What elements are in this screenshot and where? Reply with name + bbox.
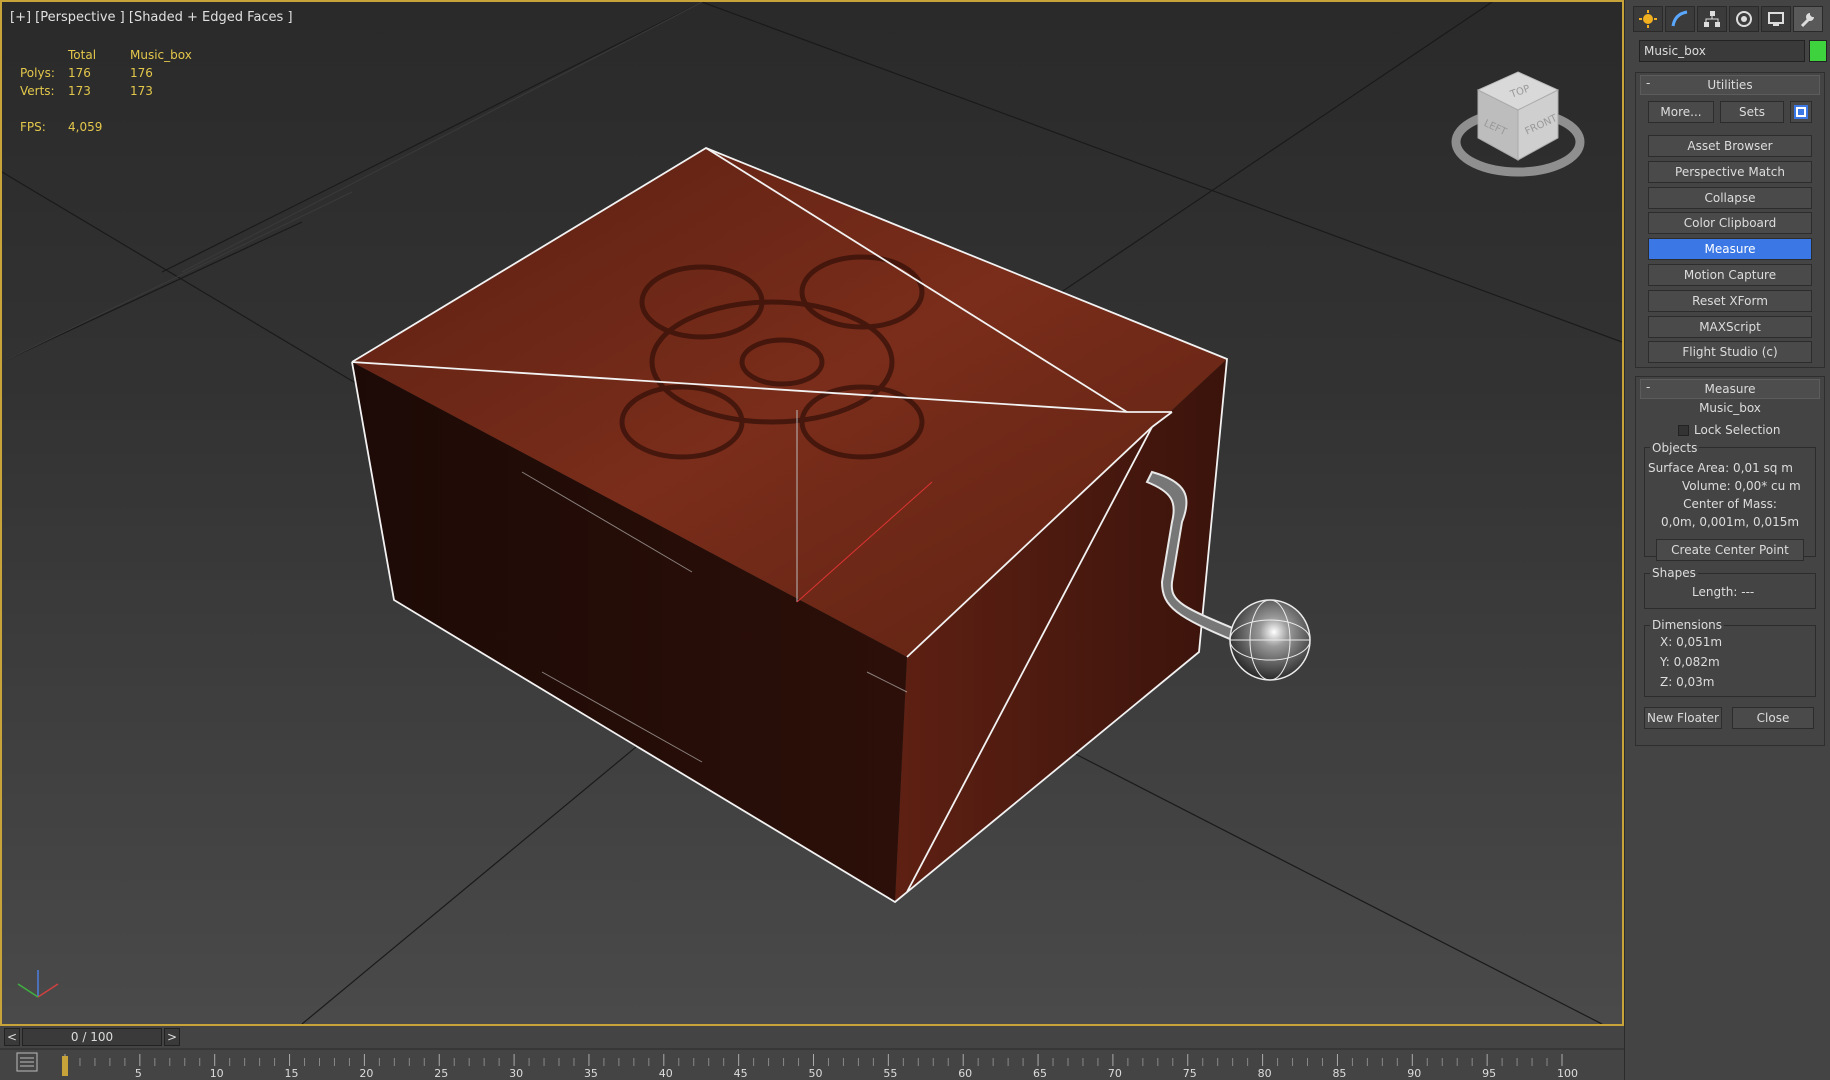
modify-icon [1671, 10, 1688, 27]
sets-button[interactable]: Sets [1720, 101, 1784, 123]
stats-verts-total: 173 [68, 84, 91, 98]
lock-selection-checkbox[interactable] [1678, 425, 1689, 436]
frame-tick-label: 100 [1557, 1067, 1578, 1080]
frame-tick-label: 90 [1407, 1067, 1421, 1080]
viewcube-navigator[interactable]: TOP LEFT FRONT [1446, 64, 1586, 194]
dimension-x-value: X: 0,051m [1660, 635, 1723, 649]
command-panel-tabs [1633, 6, 1823, 32]
previous-frame-button[interactable]: < [4, 1028, 20, 1046]
frame-tick-label: 20 [359, 1067, 373, 1080]
frame-tick-label: 30 [509, 1067, 523, 1080]
volume-value: Volume: 0,00* cu m [1682, 479, 1801, 493]
time-slider[interactable]: < 0 / 100 > [4, 1028, 180, 1046]
lock-selection-label: Lock Selection [1694, 423, 1781, 437]
utilities-rollout: - Utilities More... Sets Asset Browser Pe… [1635, 72, 1825, 368]
frame-tick-label: 55 [883, 1067, 897, 1080]
utilities-rollout-header[interactable]: - Utilities [1640, 75, 1820, 95]
command-panel: Music_box - Utilities More... Sets Asset… [1624, 0, 1830, 1080]
frame-tick-label: 65 [1033, 1067, 1047, 1080]
create-tab[interactable] [1633, 6, 1663, 32]
next-frame-button[interactable]: > [164, 1028, 180, 1046]
frame-tick-label: 35 [584, 1067, 598, 1080]
viewport-label[interactable]: [+] [Perspective ] [Shaded + Edged Faces… [10, 10, 293, 25]
measure-rollout-title: Measure [1704, 382, 1756, 396]
utility-motion-capture-button[interactable]: Motion Capture [1648, 264, 1812, 286]
frame-ruler[interactable]: 5 10 15 20 25 30 35 40 45 50 55 60 65 70 75 80 85 90 95 100 [0, 1048, 1624, 1080]
frame-tick-label: 50 [809, 1067, 823, 1080]
motion-tab[interactable] [1729, 6, 1759, 32]
music-box-model [351, 146, 1311, 904]
motion-icon [1736, 11, 1752, 27]
frame-tick-label: 70 [1108, 1067, 1122, 1080]
configure-sets-button[interactable] [1790, 101, 1812, 123]
frame-tick-label: 40 [659, 1067, 673, 1080]
stats-verts-object: 173 [130, 84, 153, 98]
dimension-y-value: Y: 0,082m [1660, 655, 1720, 669]
frame-tick-label: 10 [210, 1067, 224, 1080]
hierarchy-tab[interactable] [1697, 6, 1727, 32]
timeline: < 0 / 100 > 5 10 15 20 25 30 35 40 45 50 55 60 65 70 7… [0, 1026, 1624, 1080]
time-slider-marker [62, 1056, 68, 1076]
utility-perspective-match-button[interactable]: Perspective Match [1648, 160, 1812, 183]
utility-measure-button[interactable]: Measure [1648, 238, 1812, 261]
frame-tick-label: 5 [135, 1067, 142, 1080]
object-name-field[interactable]: Music_box [1639, 40, 1805, 62]
shapes-group-label: Shapes [1650, 566, 1698, 580]
stats-header-total: Total [68, 48, 97, 62]
collapse-icon: - [1646, 76, 1651, 90]
dimensions-group-label: Dimensions [1650, 618, 1725, 632]
configure-sets-icon [1794, 105, 1808, 119]
hierarchy-icon [1704, 11, 1720, 27]
axis-tripod-icon [17, 970, 59, 998]
measure-rollout-header[interactable]: - Measure [1640, 379, 1820, 399]
objects-group-label: Objects [1650, 441, 1700, 455]
frame-tick-label: 95 [1482, 1067, 1496, 1080]
object-color-swatch[interactable] [1809, 40, 1827, 62]
collapse-icon: - [1646, 380, 1651, 394]
frame-tick-label: 85 [1332, 1067, 1346, 1080]
modify-tab[interactable] [1665, 6, 1695, 32]
utilities-rollout-title: Utilities [1707, 78, 1753, 92]
shape-length-value: Length: --- [1692, 585, 1755, 599]
stats-fps-value: 4,059 [68, 120, 103, 134]
dimension-z-value: Z: 0,03m [1660, 675, 1715, 689]
viewport-scene[interactable] [2, 2, 1622, 1024]
utility-color-clipboard-button[interactable]: Color Clipboard [1648, 212, 1812, 235]
frame-tick-label: 15 [285, 1067, 299, 1080]
time-slider-track[interactable]: 0 / 100 [22, 1028, 162, 1046]
new-floater-button[interactable]: New Floater [1644, 707, 1722, 729]
frame-tick-label: 80 [1258, 1067, 1272, 1080]
viewport-statistics: Total Music_box Polys: 176 176 Verts: 17… [20, 46, 192, 136]
center-of-mass-label: Center of Mass: [1683, 497, 1777, 511]
display-icon [1768, 12, 1784, 26]
stats-fps-label: FPS: [20, 120, 46, 134]
create-icon [1639, 10, 1657, 28]
stats-polys-object: 176 [130, 66, 153, 80]
perspective-viewport[interactable]: [+] [Perspective ] [Shaded + Edged Faces… [0, 0, 1624, 1026]
center-of-mass-value: 0,0m, 0,001m, 0,015m [1660, 515, 1800, 529]
close-button[interactable]: Close [1732, 707, 1814, 729]
measure-rollout: - Measure Music_box Lock Selection Objec… [1635, 376, 1825, 746]
stats-polys-label: Polys: [20, 66, 55, 80]
utilities-tab[interactable] [1793, 6, 1823, 32]
utility-collapse-button[interactable]: Collapse [1648, 186, 1812, 209]
utility-reset-xform-button[interactable]: Reset XForm [1648, 289, 1812, 312]
frame-tick-label: 45 [734, 1067, 748, 1080]
display-tab[interactable] [1761, 6, 1791, 32]
frame-tick-label: 25 [434, 1067, 448, 1080]
surface-area-value: Surface Area: 0,01 sq m [1648, 461, 1793, 475]
measured-object-name: Music_box [1699, 401, 1761, 415]
more-button[interactable]: More... [1648, 101, 1714, 123]
stats-polys-total: 176 [68, 66, 91, 80]
utilities-icon [1800, 13, 1814, 28]
utility-maxscript-button[interactable]: MAXScript [1648, 315, 1812, 338]
utility-flight-studio-c-button[interactable]: Flight Studio (c) [1648, 341, 1812, 364]
frame-tick-label: 60 [958, 1067, 972, 1080]
stats-header-object: Music_box [130, 48, 192, 62]
stats-verts-label: Verts: [20, 84, 55, 98]
utility-asset-browser-button[interactable]: Asset Browser [1648, 135, 1812, 157]
frame-tick-label: 75 [1183, 1067, 1197, 1080]
create-center-point-button[interactable]: Create Center Point [1656, 539, 1804, 561]
